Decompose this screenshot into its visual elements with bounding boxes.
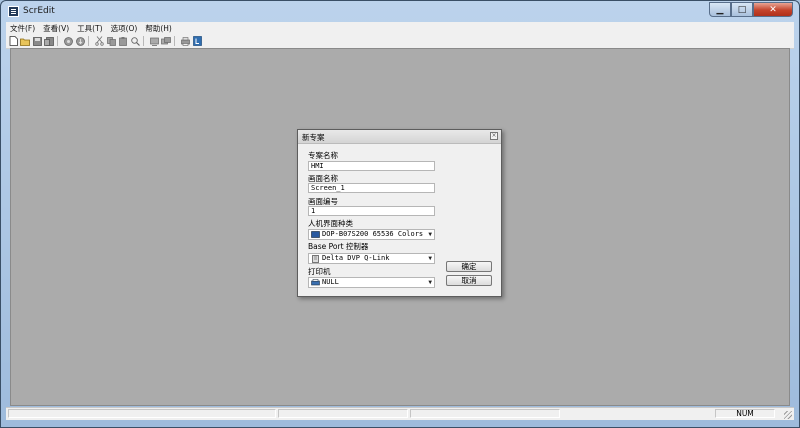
dialog-title: 新专案: [302, 133, 325, 142]
toolbar-separator: [143, 36, 144, 46]
base-port-value: Delta DVP Q-Link: [322, 254, 390, 262]
menu-tools[interactable]: 工具(T): [73, 23, 106, 34]
save-icon[interactable]: [32, 36, 42, 46]
open-folder-icon[interactable]: [20, 36, 30, 46]
base-port-label: Base Port 控制器: [308, 242, 369, 251]
hmi-type-label: 人机界面种类: [308, 219, 353, 228]
monitor-icon: [311, 231, 320, 238]
ok-button[interactable]: 确定: [446, 261, 492, 272]
compile-icon[interactable]: [63, 36, 73, 46]
close-button[interactable]: ✕: [753, 2, 793, 17]
screen-number-input[interactable]: 1: [308, 206, 435, 216]
status-bar: NUM: [6, 407, 794, 420]
menu-help[interactable]: 帮助(H): [141, 23, 176, 34]
paste-icon[interactable]: [118, 36, 128, 46]
chevron-down-icon[interactable]: ▼: [428, 254, 432, 263]
dialog-title-bar: 新专案 ×: [298, 130, 501, 144]
title-bar: ScrEdit ▁ □ ✕: [1, 1, 799, 21]
base-port-select[interactable]: Delta DVP Q-Link ▼: [308, 253, 435, 264]
screen-prev-icon[interactable]: [149, 36, 159, 46]
project-name-label: 专案名称: [308, 151, 338, 160]
num-lock-indicator: NUM: [715, 409, 775, 418]
menu-options[interactable]: 选项(O): [107, 23, 142, 34]
copy-icon[interactable]: [106, 36, 116, 46]
printer-icon: [311, 279, 320, 286]
app-icon: [8, 6, 19, 17]
dialog-close-button[interactable]: ×: [490, 132, 498, 140]
status-pane-2: [278, 409, 408, 418]
window-controls: ▁ □ ✕: [709, 2, 793, 17]
printer-select[interactable]: NULL ▼: [308, 277, 435, 288]
about-icon[interactable]: [192, 36, 202, 46]
hmi-type-value: DOP-B07S200 65536 Colors: [322, 230, 424, 238]
cut-icon[interactable]: [94, 36, 104, 46]
print-icon[interactable]: [180, 36, 190, 46]
resize-grip[interactable]: [784, 411, 792, 419]
maximize-button[interactable]: □: [731, 2, 753, 17]
chevron-down-icon[interactable]: ▼: [428, 230, 432, 239]
toolbar-separator: [174, 36, 175, 46]
menu-view[interactable]: 查看(V): [39, 23, 73, 34]
cancel-button[interactable]: 取消: [446, 275, 492, 286]
toolbar-separator: [88, 36, 89, 46]
controller-icon: [311, 255, 320, 263]
printer-label: 打印机: [308, 267, 331, 276]
project-name-input[interactable]: HMI: [308, 161, 435, 171]
new-file-icon[interactable]: [8, 36, 18, 46]
menu-file[interactable]: 文件(F): [6, 23, 39, 34]
toolbar: [6, 34, 794, 49]
screen-name-input[interactable]: Screen_1: [308, 183, 435, 193]
status-pane-main: [8, 409, 276, 418]
save-as-icon[interactable]: [44, 36, 54, 46]
minimize-button[interactable]: ▁: [709, 2, 731, 17]
hmi-type-select[interactable]: DOP-B07S200 65536 Colors ▼: [308, 229, 435, 240]
download-icon[interactable]: [75, 36, 85, 46]
status-pane-3: [410, 409, 560, 418]
toolbar-separator: [57, 36, 58, 46]
screen-next-icon[interactable]: [161, 36, 171, 46]
zoom-icon[interactable]: [130, 36, 140, 46]
chevron-down-icon[interactable]: ▼: [428, 278, 432, 287]
printer-value: NULL: [322, 278, 339, 286]
menu-bar: 文件(F) 查看(V) 工具(T) 选项(O) 帮助(H): [6, 22, 794, 34]
window-title: ScrEdit: [23, 6, 55, 16]
new-project-dialog: 新专案 × 专案名称 HMI 画面名称 Screen_1 画面编号 1 人机界面…: [297, 129, 502, 297]
